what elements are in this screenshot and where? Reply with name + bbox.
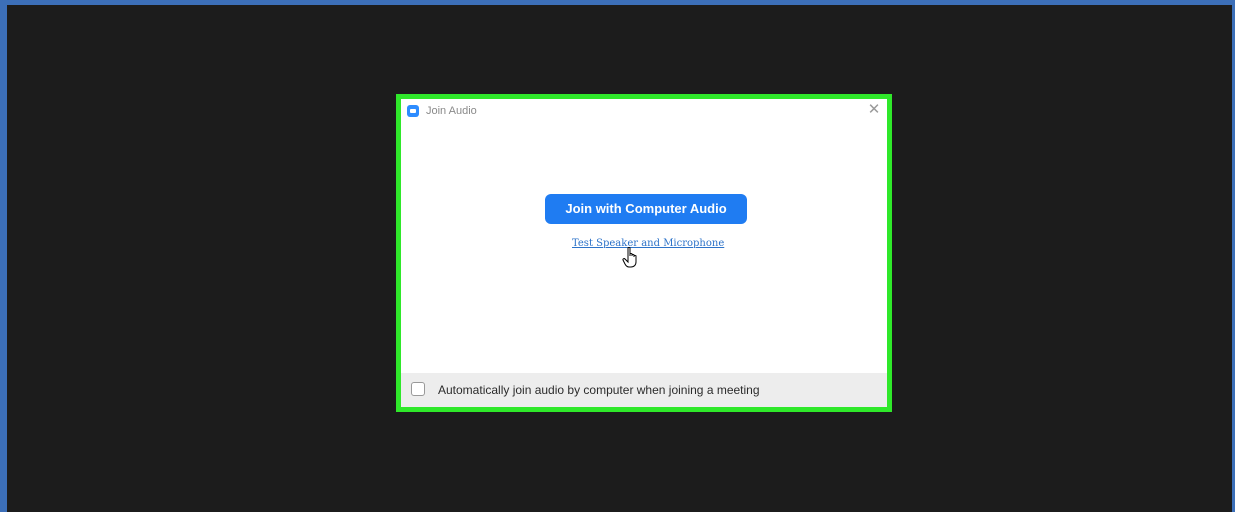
join-audio-dialog: Join Audio ✕ Join with Computer Audio Te…: [401, 99, 887, 407]
join-with-computer-audio-button[interactable]: Join with Computer Audio: [545, 194, 747, 224]
zoom-app-icon: [407, 105, 419, 117]
highlight-frame: Join Audio ✕ Join with Computer Audio Te…: [396, 94, 892, 412]
auto-join-audio-label: Automatically join audio by computer whe…: [438, 383, 760, 397]
hand-pointer-cursor-icon: [622, 247, 637, 268]
test-speaker-and-microphone-link[interactable]: Test Speaker and Microphone: [572, 238, 724, 250]
dialog-footer: Automatically join audio by computer whe…: [401, 373, 887, 407]
dialog-title: Join Audio: [426, 105, 477, 117]
auto-join-audio-checkbox[interactable]: [411, 382, 425, 396]
close-icon[interactable]: ✕: [865, 101, 883, 119]
dialog-titlebar: Join Audio ✕: [401, 99, 887, 121]
